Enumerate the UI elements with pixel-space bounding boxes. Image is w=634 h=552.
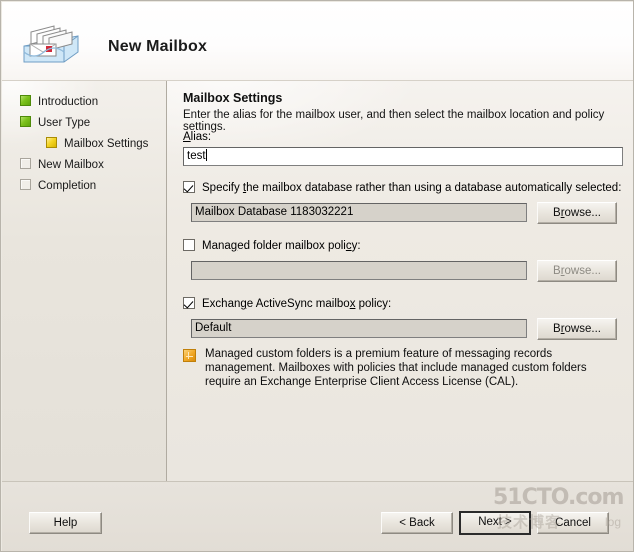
wizard-header: New Mailbox <box>2 2 633 81</box>
alias-label-accelerator: A <box>183 131 191 143</box>
step-status-icon-todo <box>20 158 31 169</box>
alias-label-rest: lias: <box>190 131 212 143</box>
browse-label-b: owse... <box>564 323 601 335</box>
specify-database-checkbox[interactable] <box>183 181 195 193</box>
mailbox-tray-icon <box>23 25 79 63</box>
managed-folder-policy-checkbox-row[interactable]: Managed folder mailbox policy: <box>183 239 361 253</box>
browse-label-b: owse... <box>564 265 601 277</box>
wizard-footer: Help < Back Next > Cancel <box>2 481 633 551</box>
wizard-steps-sidebar: Introduction User Type Mailbox Settings … <box>2 81 166 481</box>
managed-folder-policy-field <box>191 261 527 280</box>
page-title: New Mailbox <box>108 38 208 55</box>
sidebar-item-label: Introduction <box>38 96 99 108</box>
mailbox-database-field[interactable]: Mailbox Database 1183032221 <box>191 203 527 222</box>
browse-label-a: B <box>553 265 561 277</box>
activesync-policy-checkbox[interactable] <box>183 297 195 309</box>
step-status-icon-done <box>20 95 31 106</box>
back-button[interactable]: < Back <box>381 512 453 534</box>
activesync-label-b: e ActiveSync mailbo <box>246 298 350 310</box>
specify-database-label-b: he mailbox database rather than using a … <box>246 182 622 194</box>
managed-folder-label-a: Mana <box>202 240 231 252</box>
activesync-label-a: Exchan <box>202 298 241 310</box>
managed-folder-label-b: ed folder mailbox poli <box>237 240 346 252</box>
sidebar-item-label: User Type <box>38 117 91 129</box>
alias-label: Alias: <box>183 131 211 143</box>
managed-folder-policy-checkbox[interactable] <box>183 239 195 251</box>
browse-mailbox-database-button[interactable]: Browse... <box>537 202 617 224</box>
activesync-policy-field[interactable]: Default <box>191 319 527 338</box>
pane-title: Mailbox Settings <box>183 91 283 105</box>
step-status-icon-todo <box>20 179 31 190</box>
sidebar-item-label: New Mailbox <box>38 159 104 171</box>
next-button[interactable]: Next > <box>459 511 531 535</box>
new-mailbox-wizard: New Mailbox Introduction User Type Mailb… <box>0 0 634 552</box>
mailbox-database-value: Mailbox Database 1183032221 <box>195 206 354 218</box>
sidebar-item-label: Mailbox Settings <box>64 138 149 150</box>
sidebar-item-introduction[interactable]: Introduction <box>20 93 98 111</box>
sidebar-item-completion[interactable]: Completion <box>20 177 96 195</box>
sidebar-item-mailbox-settings[interactable]: Mailbox Settings <box>46 135 148 153</box>
text-caret <box>205 149 207 161</box>
activesync-policy-value: Default <box>195 322 232 334</box>
activesync-label-c: policy: <box>355 298 392 310</box>
step-status-icon-current <box>46 137 57 148</box>
cancel-button[interactable]: Cancel <box>537 512 609 534</box>
step-status-icon-done <box>20 116 31 127</box>
browse-label-a: B <box>553 207 561 219</box>
specify-database-checkbox-row[interactable]: Specify the mailbox database rather than… <box>183 181 621 195</box>
info-note-icon <box>183 349 196 362</box>
activesync-policy-checkbox-row[interactable]: Exchange ActiveSync mailbox policy: <box>183 297 391 311</box>
help-button[interactable]: Help <box>29 512 102 534</box>
premium-feature-note-text: Managed custom folders is a premium feat… <box>205 348 587 388</box>
alias-input-value: test <box>187 150 206 162</box>
sidebar-item-label: Completion <box>38 180 97 192</box>
browse-managed-folder-policy-button: Browse... <box>537 260 617 282</box>
sidebar-item-new-mailbox[interactable]: New Mailbox <box>20 156 104 174</box>
browse-activesync-policy-button[interactable]: Browse... <box>537 318 617 340</box>
premium-feature-note: Managed custom folders is a premium feat… <box>183 347 613 389</box>
browse-label-b: owse... <box>564 207 601 219</box>
specify-database-label-a: Specify <box>202 182 243 194</box>
managed-folder-label-c: y: <box>351 240 361 252</box>
sidebar-item-user-type[interactable]: User Type <box>20 114 90 132</box>
alias-input[interactable]: test <box>183 147 623 166</box>
pane-description: Enter the alias for the mailbox user, an… <box>183 109 605 133</box>
browse-label-a: B <box>553 323 561 335</box>
mailbox-settings-pane: Mailbox Settings Enter the alias for the… <box>167 81 633 481</box>
